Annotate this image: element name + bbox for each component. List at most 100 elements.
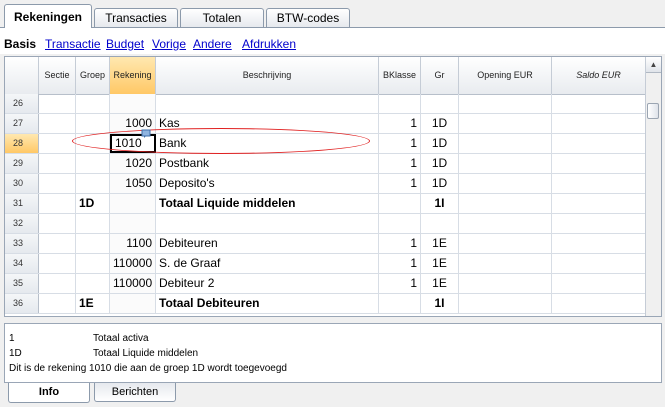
cell-bklasse[interactable]: 1 xyxy=(379,254,421,273)
tab-transacties[interactable]: Transacties xyxy=(94,8,178,27)
cell-beschrijving[interactable]: Deposito's xyxy=(156,174,379,193)
cell-rekening[interactable]: 1000 xyxy=(110,114,156,133)
table-row[interactable]: 28 1010 Bank 1 1D xyxy=(5,134,646,154)
cell-bklasse[interactable] xyxy=(379,294,421,313)
cell-groep[interactable] xyxy=(76,134,110,153)
cell-groep[interactable] xyxy=(76,114,110,133)
view-budget[interactable]: Budget xyxy=(106,37,144,51)
cell-rekening[interactable]: 1050 xyxy=(110,174,156,193)
table-row[interactable]: 31 1D Totaal Liquide middelen 1I xyxy=(5,194,646,214)
cell-saldo[interactable] xyxy=(552,154,646,173)
cell-sectie[interactable] xyxy=(39,114,76,133)
cell-bklasse[interactable] xyxy=(379,214,421,233)
cell-sectie[interactable] xyxy=(39,134,76,153)
cell-opening[interactable] xyxy=(459,234,552,253)
header-rekening[interactable]: Rekening xyxy=(110,57,156,94)
cell-saldo[interactable] xyxy=(552,94,646,113)
table-row[interactable]: 30 1050 Deposito's 1 1D xyxy=(5,174,646,194)
cell-sectie[interactable] xyxy=(39,94,76,113)
cell-gr[interactable]: 1D xyxy=(421,134,459,153)
cell-rekening[interactable]: 110000 xyxy=(110,254,156,273)
cell-opening[interactable] xyxy=(459,214,552,233)
cell-beschrijving[interactable] xyxy=(156,94,379,113)
cell-sectie[interactable] xyxy=(39,194,76,213)
row-number[interactable]: 28 xyxy=(5,134,39,153)
cell-opening[interactable] xyxy=(459,174,552,193)
cell-sectie[interactable] xyxy=(39,234,76,253)
cell-beschrijving[interactable]: Bank xyxy=(156,134,379,153)
cell-sectie[interactable] xyxy=(39,174,76,193)
cell-beschrijving[interactable]: S. de Graaf xyxy=(156,254,379,273)
cell-sectie[interactable] xyxy=(39,294,76,313)
cell-saldo[interactable] xyxy=(552,234,646,253)
cell-saldo[interactable] xyxy=(552,294,646,313)
cell-opening[interactable] xyxy=(459,274,552,293)
cell-groep[interactable] xyxy=(76,274,110,293)
cell-groep[interactable]: 1D xyxy=(76,194,110,213)
header-sectie[interactable]: Sectie xyxy=(39,57,76,94)
cell-bklasse[interactable]: 1 xyxy=(379,234,421,253)
cell-groep[interactable] xyxy=(76,154,110,173)
header-saldo-eur[interactable]: Saldo EUR xyxy=(552,57,646,94)
cell-saldo[interactable] xyxy=(552,194,646,213)
table-row[interactable]: 36 1E Totaal Debiteuren 1I xyxy=(5,294,646,314)
cell-beschrijving[interactable]: Debiteuren xyxy=(156,234,379,253)
cell-groep[interactable] xyxy=(76,94,110,113)
cell-groep[interactable] xyxy=(76,234,110,253)
cell-saldo[interactable] xyxy=(552,254,646,273)
cell-rekening[interactable]: 1100 xyxy=(110,234,156,253)
row-number[interactable]: 34 xyxy=(5,254,39,273)
cell-opening[interactable] xyxy=(459,94,552,113)
cell-rekening[interactable] xyxy=(110,194,156,213)
scroll-up-icon[interactable]: ▲ xyxy=(646,57,661,73)
view-andere[interactable]: Andere xyxy=(193,37,232,51)
cell-groep[interactable] xyxy=(76,254,110,273)
row-number[interactable]: 29 xyxy=(5,154,39,173)
table-row[interactable]: 35 110000 Debiteur 2 1 1E xyxy=(5,274,646,294)
header-groep[interactable]: Groep xyxy=(76,57,110,94)
cell-groep[interactable] xyxy=(76,214,110,233)
row-number[interactable]: 36 xyxy=(5,294,39,313)
cell-sectie[interactable] xyxy=(39,254,76,273)
cell-gr[interactable]: 1E xyxy=(421,234,459,253)
cell-bklasse[interactable]: 1 xyxy=(379,174,421,193)
cell-rekening[interactable]: 1010 xyxy=(110,134,156,153)
tab-totalen[interactable]: Totalen xyxy=(180,8,264,27)
cell-saldo[interactable] xyxy=(552,274,646,293)
cell-saldo[interactable] xyxy=(552,134,646,153)
row-number[interactable]: 32 xyxy=(5,214,39,233)
cell-gr[interactable]: 1E xyxy=(421,274,459,293)
cell-beschrijving[interactable]: Kas xyxy=(156,114,379,133)
header-opening-eur[interactable]: Opening EUR xyxy=(459,57,552,94)
table-row[interactable]: 29 1020 Postbank 1 1D xyxy=(5,154,646,174)
header-gr[interactable]: Gr xyxy=(421,57,459,94)
cell-beschrijving[interactable]: Totaal Debiteuren xyxy=(156,294,379,313)
header-beschrijving[interactable]: Beschrijving xyxy=(156,57,379,94)
cell-sectie[interactable] xyxy=(39,154,76,173)
cell-bklasse[interactable] xyxy=(379,194,421,213)
row-number[interactable]: 33 xyxy=(5,234,39,253)
table-row[interactable]: 26 xyxy=(5,94,646,114)
cell-gr[interactable]: 1I xyxy=(421,294,459,313)
tab-rekeningen[interactable]: Rekeningen xyxy=(4,4,92,28)
cell-opening[interactable] xyxy=(459,114,552,133)
cell-groep[interactable] xyxy=(76,174,110,193)
row-number[interactable]: 26 xyxy=(5,94,39,113)
tab-info[interactable]: Info xyxy=(8,383,90,403)
cell-gr[interactable]: 1D xyxy=(421,174,459,193)
cell-bklasse[interactable]: 1 xyxy=(379,114,421,133)
cell-beschrijving[interactable]: Totaal Liquide middelen xyxy=(156,194,379,213)
cell-sectie[interactable] xyxy=(39,274,76,293)
cell-opening[interactable] xyxy=(459,134,552,153)
cell-opening[interactable] xyxy=(459,254,552,273)
view-basis[interactable]: Basis xyxy=(4,37,36,51)
cell-beschrijving[interactable] xyxy=(156,214,379,233)
cell-rekening[interactable]: 110000 xyxy=(110,274,156,293)
row-number[interactable]: 35 xyxy=(5,274,39,293)
cell-opening[interactable] xyxy=(459,154,552,173)
cell-gr[interactable]: 1D xyxy=(421,114,459,133)
cell-bklasse[interactable]: 1 xyxy=(379,154,421,173)
cell-sectie[interactable] xyxy=(39,214,76,233)
table-row[interactable]: 27 1000 Kas 1 1D xyxy=(5,114,646,134)
row-number[interactable]: 27 xyxy=(5,114,39,133)
